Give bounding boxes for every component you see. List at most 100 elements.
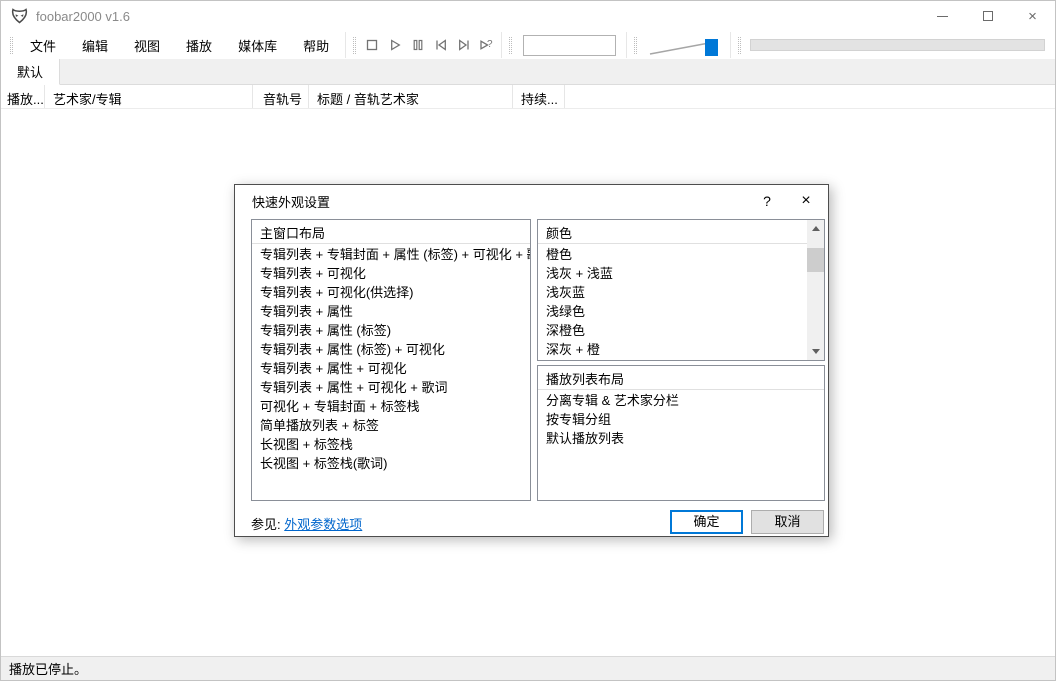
color-item[interactable]: 浅绿色 <box>538 302 807 321</box>
menu-item-view[interactable]: 视图 <box>121 31 173 59</box>
colors-listbox-header: 颜色 <box>538 220 807 244</box>
toolbar-separator <box>345 32 347 58</box>
appearance-preferences-link[interactable]: 外观参数选项 <box>284 517 362 532</box>
next-icon <box>458 39 469 51</box>
color-item[interactable]: 浅灰蓝 <box>538 283 807 302</box>
column-header-playing[interactable]: 播放... <box>1 85 45 108</box>
playlist-layout-listbox-header: 播放列表布局 <box>538 366 824 390</box>
color-item[interactable]: 橙色 <box>538 245 807 264</box>
playlist-layout-item[interactable]: 分离专辑 & 艺术家分栏 <box>538 391 824 410</box>
previous-icon <box>435 39 446 51</box>
pause-button[interactable] <box>406 34 429 56</box>
app-window: foobar2000 v1.6 × 文件 编辑 视图 播放 媒体库 帮助 ? 默… <box>0 0 1056 681</box>
status-text: 播放已停止。 <box>9 662 88 677</box>
menu-bar: 文件 编辑 视图 播放 媒体库 帮助 <box>17 31 342 59</box>
main-layout-listbox: 主窗口布局 专辑列表 + 专辑封面 + 属性 (标签) + 可视化 + 歌词 专… <box>251 219 531 501</box>
playlist-column-header-row: 播放... 艺术家/专辑 音轨号 标题 / 音轨艺术家 持续... <box>1 85 1055 109</box>
close-icon: × <box>801 192 811 209</box>
menu-item-file[interactable]: 文件 <box>17 31 69 59</box>
dialog-title-bar: 快速外观设置 ? × <box>235 185 828 217</box>
menu-item-help[interactable]: 帮助 <box>290 31 342 59</box>
random-icon: ? <box>480 39 493 50</box>
maximize-icon <box>982 11 993 21</box>
close-icon: × <box>1028 7 1037 25</box>
menu-item-playback[interactable]: 播放 <box>173 31 225 59</box>
column-header-track-number[interactable]: 音轨号 <box>253 85 309 108</box>
color-item[interactable]: 深灰 + 橙 <box>538 340 807 359</box>
seekbar[interactable] <box>750 39 1045 51</box>
colors-listbox: 颜色 橙色 浅灰 + 浅蓝 浅灰蓝 浅绿色 深橙色 深灰 + 橙 深灰 + 洋红 <box>537 219 825 361</box>
main-layout-item[interactable]: 简单播放列表 + 标签 <box>252 416 530 435</box>
help-icon: ? <box>763 193 771 209</box>
toolbar-separator <box>501 32 503 58</box>
maximize-button[interactable] <box>965 1 1010 31</box>
main-layout-item[interactable]: 可视化 + 专辑封面 + 标签栈 <box>252 397 530 416</box>
cancel-button[interactable]: 取消 <box>751 510 824 534</box>
menu-item-edit[interactable]: 编辑 <box>69 31 121 59</box>
column-header-title-track-artist[interactable]: 标题 / 音轨艺术家 <box>309 85 513 108</box>
color-item[interactable]: 深橙色 <box>538 321 807 340</box>
toolbar-grip[interactable] <box>738 36 742 54</box>
scroll-up-icon <box>811 226 820 231</box>
window-title: foobar2000 v1.6 <box>36 8 130 24</box>
main-layout-item[interactable]: 专辑列表 + 属性 + 可视化 + 歌词 <box>252 378 530 397</box>
svg-text:?: ? <box>487 39 493 50</box>
main-layout-item[interactable]: 专辑列表 + 属性 (标签) + 可视化 <box>252 340 530 359</box>
playlist-layout-item[interactable]: 按专辑分组 <box>538 410 824 429</box>
next-button[interactable] <box>452 34 475 56</box>
menu-item-library[interactable]: 媒体库 <box>225 31 290 59</box>
previous-button[interactable] <box>429 34 452 56</box>
scrollbar-thumb[interactable] <box>807 248 824 272</box>
pause-icon <box>413 39 422 51</box>
playlist-tab-strip: 默认 <box>1 59 1055 85</box>
main-layout-item[interactable]: 专辑列表 + 属性 (标签) <box>252 321 530 340</box>
toolbar-grip[interactable] <box>10 36 13 54</box>
volume-handle-icon <box>705 39 719 56</box>
scroll-down-icon <box>811 349 820 354</box>
main-layout-item[interactable]: 专辑列表 + 可视化 <box>252 264 530 283</box>
toolbar-separator <box>626 32 628 58</box>
minimize-icon <box>937 15 948 17</box>
dialog-help-button[interactable]: ? <box>750 193 784 209</box>
stop-button[interactable] <box>360 34 383 56</box>
toolbar: 文件 编辑 视图 播放 媒体库 帮助 ? <box>1 31 1055 59</box>
main-layout-listbox-header: 主窗口布局 <box>252 220 530 244</box>
toolbar-grip[interactable] <box>353 36 357 54</box>
main-layout-item[interactable]: 长视图 + 标签栈(歌词) <box>252 454 530 473</box>
dialog-title: 快速外观设置 <box>252 194 331 210</box>
ok-button[interactable]: 确定 <box>670 510 743 534</box>
toolbar-grip[interactable] <box>634 36 638 54</box>
volume-slider[interactable] <box>647 34 721 56</box>
toolbar-separator <box>730 32 732 58</box>
random-button[interactable]: ? <box>475 34 498 56</box>
main-layout-item[interactable]: 专辑列表 + 可视化(供选择) <box>252 283 530 302</box>
stop-icon <box>366 39 377 51</box>
toolbar-grip[interactable] <box>509 36 513 54</box>
main-layout-item[interactable]: 专辑列表 + 属性 <box>252 302 530 321</box>
column-header-artist-album[interactable]: 艺术家/专辑 <box>45 85 253 108</box>
tab-default[interactable]: 默认 <box>1 59 61 85</box>
colors-scrollbar[interactable] <box>807 220 824 360</box>
main-layout-item[interactable]: 专辑列表 + 专辑封面 + 属性 (标签) + 可视化 + 歌词 <box>252 245 530 264</box>
minimize-button[interactable] <box>920 1 965 31</box>
status-bar: 播放已停止。 <box>1 656 1055 680</box>
column-header-duration[interactable]: 持续... <box>513 85 565 108</box>
see-also-label: 参见: <box>251 517 281 532</box>
scrollbar-down-button[interactable] <box>807 343 824 360</box>
main-layout-item[interactable]: 长视图 + 标签栈 <box>252 435 530 454</box>
title-bar: foobar2000 v1.6 × <box>1 1 1055 31</box>
play-icon <box>390 39 401 51</box>
scrollbar-up-button[interactable] <box>807 220 824 237</box>
playlist-layout-listbox: 播放列表布局 分离专辑 & 艺术家分栏 按专辑分组 默认播放列表 <box>537 365 825 501</box>
column-header-filler <box>565 85 1055 108</box>
quick-appearance-setup-dialog: 快速外观设置 ? × 主窗口布局 专辑列表 + 专辑封面 + 属性 (标签) +… <box>234 184 829 537</box>
main-layout-item[interactable]: 专辑列表 + 属性 + 可视化 <box>252 359 530 378</box>
close-button[interactable]: × <box>1010 1 1055 31</box>
color-item[interactable]: 浅灰 + 浅蓝 <box>538 264 807 283</box>
play-button[interactable] <box>383 34 406 56</box>
search-input[interactable] <box>523 34 617 56</box>
foobar-logo-icon <box>11 8 28 24</box>
playlist-layout-item[interactable]: 默认播放列表 <box>538 429 824 448</box>
color-item[interactable]: 深灰 + 洋红 <box>538 359 807 360</box>
dialog-close-button[interactable]: × <box>784 192 828 210</box>
